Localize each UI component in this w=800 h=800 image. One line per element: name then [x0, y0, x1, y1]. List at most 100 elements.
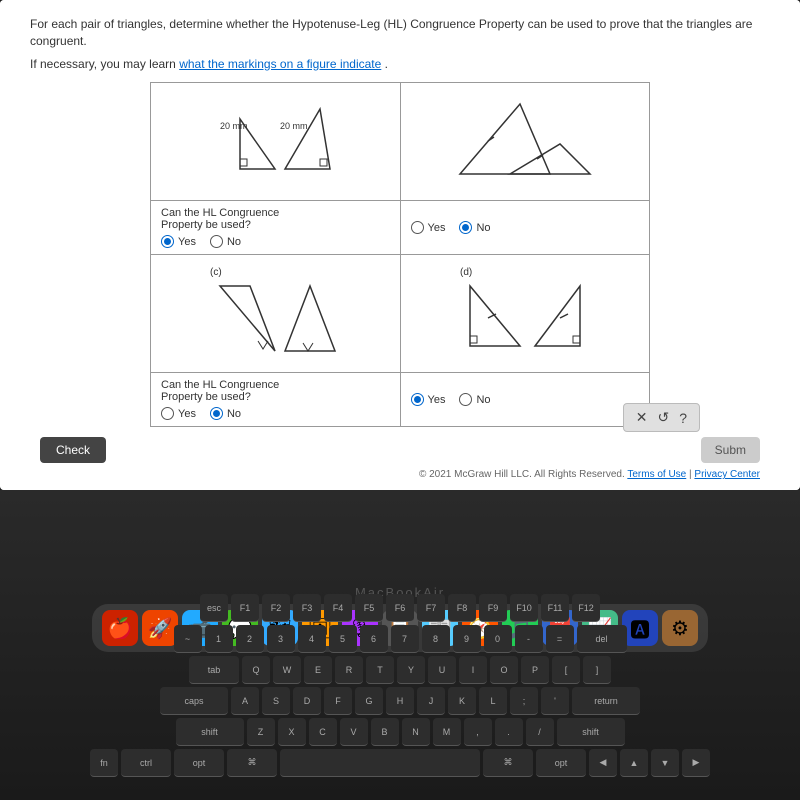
check-button[interactable]: Check: [40, 437, 106, 463]
key-fn[interactable]: fn: [90, 749, 118, 777]
key-arrow-right[interactable]: ▶: [682, 749, 710, 777]
key-f5[interactable]: F5: [355, 594, 383, 622]
key-bracket-open[interactable]: [: [552, 656, 580, 684]
key-m[interactable]: M: [433, 718, 461, 746]
key-f9[interactable]: F9: [479, 594, 507, 622]
key-0[interactable]: 0: [484, 625, 512, 653]
key-5[interactable]: 5: [329, 625, 357, 653]
submit-button[interactable]: Subm: [701, 437, 760, 463]
key-arrow-left[interactable]: ◀: [589, 749, 617, 777]
key-arrow-up[interactable]: ▲: [620, 749, 648, 777]
key-n[interactable]: N: [402, 718, 430, 746]
popup-toolbar: ✕ ↺ ?: [623, 403, 700, 432]
key-r[interactable]: R: [335, 656, 363, 684]
key-f11[interactable]: F11: [541, 594, 569, 622]
key-return[interactable]: return: [572, 687, 640, 715]
radio-no-c[interactable]: No: [210, 407, 241, 420]
key-6[interactable]: 6: [360, 625, 388, 653]
close-icon[interactable]: ✕: [636, 409, 648, 426]
key-u[interactable]: U: [428, 656, 456, 684]
key-esc[interactable]: esc: [200, 594, 228, 622]
key-i[interactable]: I: [459, 656, 487, 684]
key-s[interactable]: S: [262, 687, 290, 715]
key-t[interactable]: T: [366, 656, 394, 684]
key-delete[interactable]: del: [577, 625, 627, 653]
radio-group-b: Yes No: [411, 221, 640, 234]
privacy-link[interactable]: Privacy Center: [694, 469, 760, 480]
key-option-right[interactable]: opt: [536, 749, 586, 777]
key-9[interactable]: 9: [453, 625, 481, 653]
terms-link[interactable]: Terms of Use: [627, 469, 686, 480]
key-x[interactable]: X: [278, 718, 306, 746]
key-f2[interactable]: F2: [262, 594, 290, 622]
key-f1[interactable]: F1: [231, 594, 259, 622]
key-a[interactable]: A: [231, 687, 259, 715]
keyboard-row-asdf: caps A S D F G H J K L ; ' return: [40, 687, 760, 715]
key-1[interactable]: 1: [205, 625, 233, 653]
keyboard-row-numbers: esc F1 F2 F3 F4 F5 F6 F7 F8 F9 F10 F11 F…: [40, 594, 760, 622]
key-q[interactable]: Q: [242, 656, 270, 684]
radio-yes-b[interactable]: Yes: [411, 221, 446, 234]
key-p[interactable]: P: [521, 656, 549, 684]
help-icon[interactable]: ?: [679, 410, 687, 426]
key-g[interactable]: G: [355, 687, 383, 715]
key-y[interactable]: Y: [397, 656, 425, 684]
key-o[interactable]: O: [490, 656, 518, 684]
key-period[interactable]: .: [495, 718, 523, 746]
undo-icon[interactable]: ↺: [657, 409, 669, 426]
key-ctrl[interactable]: ctrl: [121, 749, 171, 777]
key-shift-left[interactable]: shift: [176, 718, 244, 746]
key-d[interactable]: D: [293, 687, 321, 715]
radio-yes-a[interactable]: Yes: [161, 235, 196, 248]
key-f10[interactable]: F10: [510, 594, 538, 622]
key-f4[interactable]: F4: [324, 594, 352, 622]
radio-no-b[interactable]: No: [459, 221, 490, 234]
key-4[interactable]: 4: [298, 625, 326, 653]
answer-cell-d: Yes No: [400, 373, 650, 427]
key-h[interactable]: H: [386, 687, 414, 715]
key-f6[interactable]: F6: [386, 594, 414, 622]
key-tilde[interactable]: ~: [174, 625, 202, 653]
key-semicolon[interactable]: ;: [510, 687, 538, 715]
key-w[interactable]: W: [273, 656, 301, 684]
key-shift-right[interactable]: shift: [557, 718, 625, 746]
key-cmd-left[interactable]: ⌘: [227, 749, 277, 777]
key-f12[interactable]: F12: [572, 594, 600, 622]
key-2[interactable]: 2: [236, 625, 264, 653]
radio-no-d[interactable]: No: [459, 393, 490, 406]
key-tab[interactable]: tab: [189, 656, 239, 684]
key-quote[interactable]: ': [541, 687, 569, 715]
key-8[interactable]: 8: [422, 625, 450, 653]
key-e[interactable]: E: [304, 656, 332, 684]
key-equals[interactable]: =: [546, 625, 574, 653]
key-slash[interactable]: /: [526, 718, 554, 746]
key-7[interactable]: 7: [391, 625, 419, 653]
radio-no-a[interactable]: No: [210, 235, 241, 248]
key-3[interactable]: 3: [267, 625, 295, 653]
key-c[interactable]: C: [309, 718, 337, 746]
key-option[interactable]: opt: [174, 749, 224, 777]
keyboard: esc F1 F2 F3 F4 F5 F6 F7 F8 F9 F10 F11 F…: [40, 594, 760, 780]
key-cmd-right[interactable]: ⌘: [483, 749, 533, 777]
key-caps[interactable]: caps: [160, 687, 228, 715]
key-arrow-down[interactable]: ▼: [651, 749, 679, 777]
key-v[interactable]: V: [340, 718, 368, 746]
key-f3[interactable]: F3: [293, 594, 321, 622]
key-z[interactable]: Z: [247, 718, 275, 746]
key-f[interactable]: F: [324, 687, 352, 715]
key-f7[interactable]: F7: [417, 594, 445, 622]
key-b[interactable]: B: [371, 718, 399, 746]
key-j[interactable]: J: [417, 687, 445, 715]
radio-yes-c[interactable]: Yes: [161, 407, 196, 420]
key-k[interactable]: K: [448, 687, 476, 715]
key-bracket-close[interactable]: ]: [583, 656, 611, 684]
svg-text:(c): (c): [210, 267, 222, 278]
radio-yes-d[interactable]: Yes: [411, 393, 446, 406]
key-comma[interactable]: ,: [464, 718, 492, 746]
key-l[interactable]: L: [479, 687, 507, 715]
key-minus[interactable]: -: [515, 625, 543, 653]
key-space[interactable]: [280, 749, 480, 777]
figure-cell-d: (d): [400, 255, 650, 373]
markings-link[interactable]: what the markings on a figure indicate: [179, 57, 381, 71]
key-f8[interactable]: F8: [448, 594, 476, 622]
